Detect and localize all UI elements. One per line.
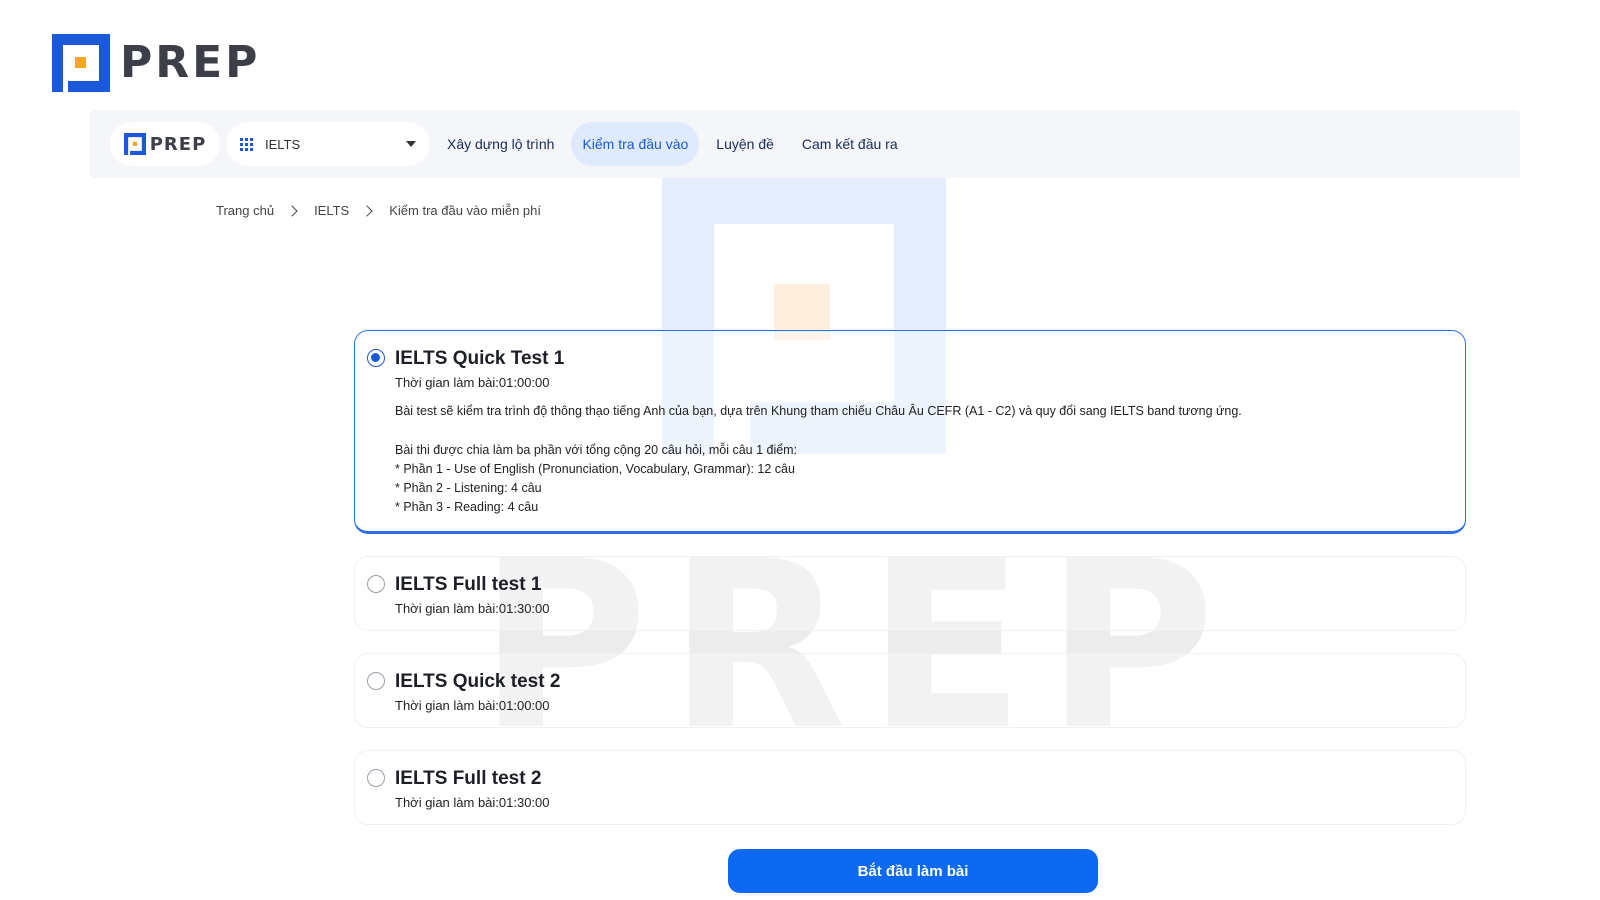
breadcrumb-home[interactable]: Trang chủ bbox=[216, 203, 274, 218]
breadcrumb: Trang chủ IELTS Kiểm tra đầu vào miễn ph… bbox=[216, 203, 541, 218]
test-description: Bài test sẽ kiểm tra trình độ thông thạo… bbox=[395, 402, 1445, 517]
nav-brand-text: PREP bbox=[149, 133, 207, 155]
radio-button[interactable] bbox=[367, 672, 385, 690]
nav-brand-logo[interactable]: PREP bbox=[110, 122, 220, 166]
test-option-full-test-1[interactable]: IELTS Full test 1 Thời gian làm bài:01:3… bbox=[354, 556, 1466, 631]
radio-button[interactable] bbox=[367, 769, 385, 787]
chevron-down-icon bbox=[406, 141, 416, 147]
navbar: PREP IELTS Xây dựng lộ trình Kiểm tra đầ… bbox=[90, 110, 1520, 178]
test-part-3: * Phần 3 - Reading: 4 câu bbox=[395, 500, 539, 514]
exam-select-value: IELTS bbox=[265, 136, 301, 152]
test-title: IELTS Quick Test 1 bbox=[395, 348, 565, 369]
test-option-quick-test-1[interactable]: IELTS Quick Test 1 Thời gian làm bài:01:… bbox=[354, 330, 1466, 534]
logo-text: PREP bbox=[120, 37, 261, 88]
top-logo[interactable]: PREP bbox=[52, 34, 260, 92]
start-test-button[interactable]: Bắt đầu làm bài bbox=[728, 849, 1098, 893]
test-duration: Thời gian làm bài:01:30:00 bbox=[395, 601, 550, 616]
test-title: IELTS Full test 1 bbox=[395, 574, 542, 595]
nav-links: Xây dựng lộ trình Kiểm tra đầu vào Luyện… bbox=[436, 122, 909, 166]
nav-link-luyen-de[interactable]: Luyện đề bbox=[705, 122, 785, 166]
grid-icon bbox=[240, 137, 253, 151]
radio-button[interactable] bbox=[367, 575, 385, 593]
test-options-list: IELTS Quick Test 1 Thời gian làm bài:01:… bbox=[354, 330, 1466, 847]
test-structure-intro: Bài thi được chia làm ba phần với tổng c… bbox=[395, 443, 798, 457]
test-part-2: * Phần 2 - Listening: 4 câu bbox=[395, 481, 542, 495]
nav-link-kiem-tra-dau-vao[interactable]: Kiểm tra đầu vào bbox=[571, 122, 700, 166]
prep-logo-icon bbox=[123, 133, 146, 155]
test-title: IELTS Full test 2 bbox=[395, 768, 542, 789]
nav-link-cam-ket-dau-ra[interactable]: Cam kết đầu ra bbox=[791, 122, 909, 166]
test-title: IELTS Quick test 2 bbox=[395, 671, 561, 692]
test-duration: Thời gian làm bài:01:00:00 bbox=[395, 375, 550, 390]
exam-select-dropdown[interactable]: IELTS bbox=[226, 122, 430, 166]
test-duration: Thời gian làm bài:01:00:00 bbox=[395, 698, 550, 713]
test-option-quick-test-2[interactable]: IELTS Quick test 2 Thời gian làm bài:01:… bbox=[354, 653, 1466, 728]
prep-logo-icon bbox=[52, 34, 110, 92]
test-part-1: * Phần 1 - Use of English (Pronunciation… bbox=[395, 462, 795, 476]
nav-link-xay-dung-lo-trinh[interactable]: Xây dựng lộ trình bbox=[436, 122, 565, 166]
radio-button[interactable] bbox=[367, 349, 385, 367]
chevron-right-icon bbox=[286, 204, 298, 217]
test-option-full-test-2[interactable]: IELTS Full test 2 Thời gian làm bài:01:3… bbox=[354, 750, 1466, 825]
breadcrumb-ielts[interactable]: IELTS bbox=[314, 203, 349, 218]
breadcrumb-current: Kiểm tra đầu vào miễn phí bbox=[389, 203, 541, 218]
chevron-right-icon bbox=[361, 204, 373, 217]
test-duration: Thời gian làm bài:01:30:00 bbox=[395, 795, 550, 810]
test-description-text: Bài test sẽ kiểm tra trình độ thông thạo… bbox=[395, 404, 1242, 418]
